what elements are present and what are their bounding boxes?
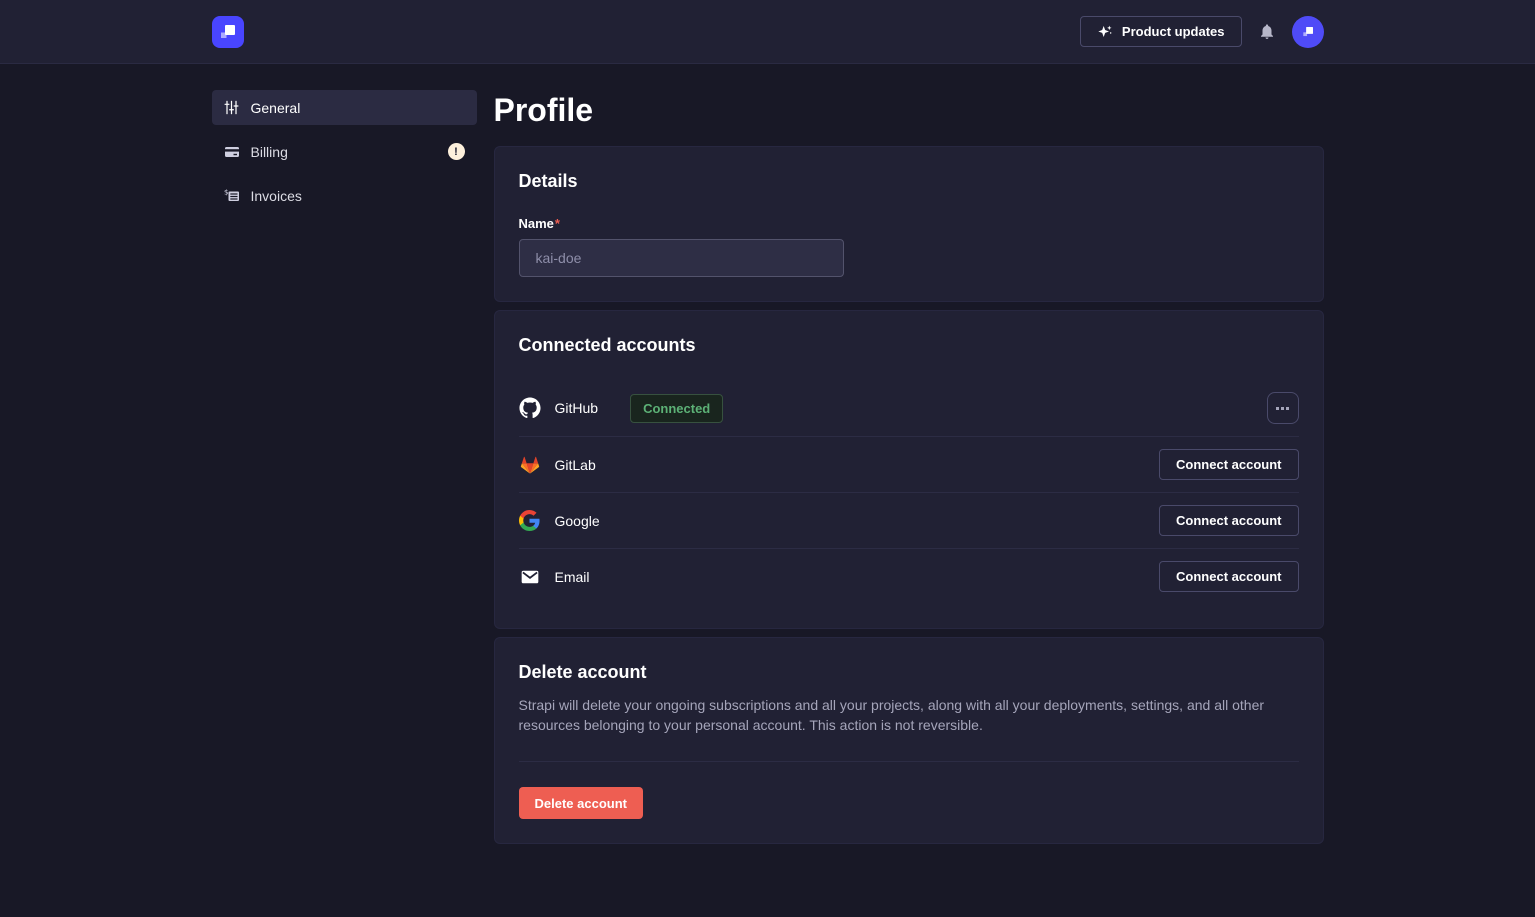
sidebar-item-label: General	[251, 100, 301, 116]
connected-accounts-heading: Connected accounts	[519, 335, 1299, 356]
ellipsis-icon	[1276, 407, 1279, 410]
profile-content: Profile Details Name* Connected accounts…	[494, 90, 1324, 852]
provider-name: GitHub	[555, 400, 599, 416]
user-avatar[interactable]	[1292, 16, 1324, 48]
invoice-icon: $	[224, 188, 240, 204]
provider-name: Google	[555, 513, 600, 529]
product-updates-button[interactable]: Product updates	[1080, 16, 1242, 47]
gitlab-connect-button[interactable]: Connect account	[1159, 449, 1298, 480]
account-row-gitlab: GitLab Connect account	[519, 436, 1299, 492]
sidebar-item-label: Invoices	[251, 188, 302, 204]
google-icon	[519, 510, 541, 532]
provider-name: Email	[555, 569, 590, 585]
name-label: Name*	[519, 216, 1299, 231]
strapi-logo-icon[interactable]	[212, 16, 244, 48]
divider	[519, 761, 1299, 762]
bell-icon	[1258, 22, 1276, 41]
delete-account-description: Strapi will delete your ongoing subscrip…	[519, 695, 1299, 735]
required-asterisk: *	[555, 216, 560, 231]
name-input[interactable]	[519, 239, 844, 277]
github-more-button[interactable]	[1267, 392, 1299, 424]
settings-sidebar: General Billing ! $	[212, 90, 477, 222]
avatar-strapi-mark-icon	[1298, 22, 1318, 42]
account-row-google: Google Connect account	[519, 492, 1299, 548]
billing-warning-badge: !	[448, 143, 465, 160]
credit-card-icon	[224, 144, 240, 160]
delete-account-heading: Delete account	[519, 662, 1299, 683]
sliders-icon	[224, 100, 240, 116]
top-bar: Product updates	[0, 0, 1535, 64]
email-icon	[519, 566, 541, 588]
svg-text:$: $	[224, 188, 228, 196]
sidebar-item-invoices[interactable]: $ Invoices	[212, 178, 477, 213]
page-title: Profile	[494, 90, 1324, 130]
delete-account-card: Delete account Strapi will delete your o…	[494, 637, 1324, 844]
product-updates-label: Product updates	[1122, 24, 1225, 39]
google-connect-button[interactable]: Connect account	[1159, 505, 1298, 536]
strapi-mark-icon	[212, 16, 244, 48]
sparkles-icon	[1097, 24, 1113, 40]
gitlab-icon	[519, 454, 541, 476]
details-heading: Details	[519, 171, 1299, 192]
sidebar-item-general[interactable]: General	[212, 90, 477, 125]
delete-account-button[interactable]: Delete account	[519, 787, 643, 819]
github-icon	[519, 397, 541, 419]
connected-accounts-card: Connected accounts GitHub Connected	[494, 310, 1324, 629]
account-row-github: GitHub Connected	[519, 380, 1299, 436]
sidebar-item-billing[interactable]: Billing !	[212, 134, 477, 169]
notifications-button[interactable]	[1258, 22, 1276, 41]
provider-name: GitLab	[555, 457, 596, 473]
connected-status-badge: Connected	[630, 394, 723, 423]
details-card: Details Name*	[494, 146, 1324, 302]
email-connect-button[interactable]: Connect account	[1159, 561, 1298, 592]
account-row-email: Email Connect account	[519, 548, 1299, 604]
sidebar-item-label: Billing	[251, 144, 288, 160]
